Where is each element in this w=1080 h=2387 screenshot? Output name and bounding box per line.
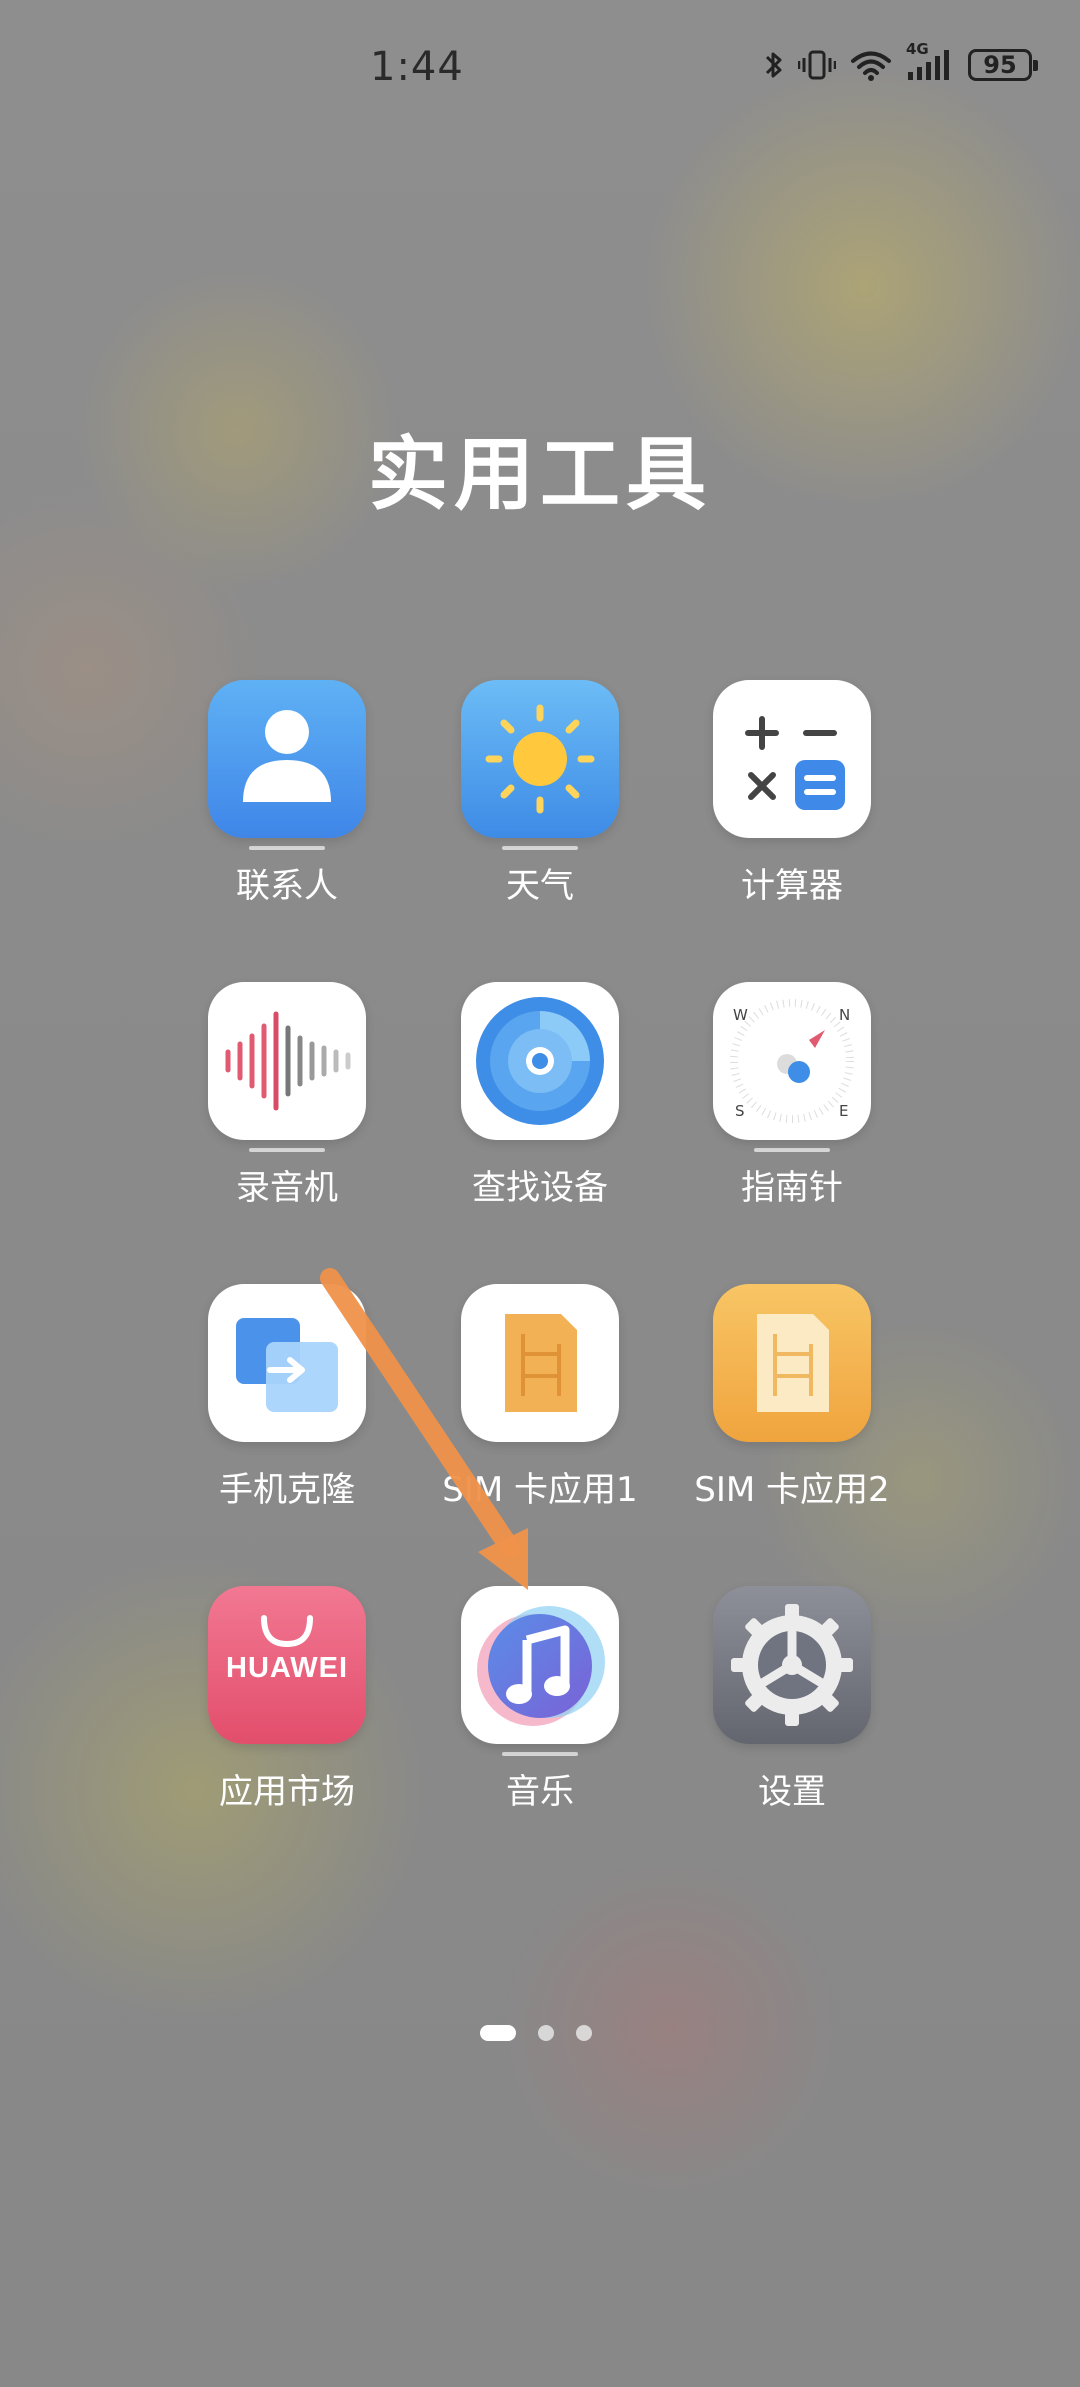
app-label: 音乐 — [506, 1772, 574, 1812]
app-weather[interactable]: 天气 — [415, 680, 665, 907]
svg-text:N: N — [839, 1006, 850, 1024]
svg-text:S: S — [735, 1102, 745, 1120]
app-label: 指南针 — [741, 1168, 843, 1208]
app-sim-toolkit-2[interactable]: SIM 卡应用2 — [667, 1284, 917, 1511]
contacts-icon — [208, 680, 366, 838]
page-dot[interactable] — [576, 2025, 592, 2041]
page-dot[interactable] — [538, 2025, 554, 2041]
new-app-indicator — [502, 846, 578, 850]
app-music[interactable]: 音乐 — [415, 1586, 665, 1813]
find-device-radar-icon — [461, 982, 619, 1140]
app-label: 应用市场 — [219, 1772, 355, 1812]
svg-text:E: E — [839, 1102, 848, 1120]
app-gallery-icon: HUAWEI — [208, 1586, 366, 1744]
app-settings[interactable]: 设置 — [667, 1586, 917, 1813]
sim-card-icon — [713, 1284, 871, 1442]
app-contacts[interactable]: 联系人 — [162, 680, 412, 907]
app-sim-toolkit-1[interactable]: SIM 卡应用1 — [415, 1284, 665, 1511]
app-find-device[interactable]: 查找设备 — [415, 982, 665, 1209]
new-app-indicator — [249, 1148, 325, 1152]
app-label: SIM 卡应用2 — [694, 1470, 890, 1510]
settings-gear-icon — [713, 1586, 871, 1744]
app-label: 天气 — [506, 866, 574, 906]
page-dot-active[interactable] — [480, 2025, 516, 2041]
huawei-logo-text: HUAWEI — [226, 1652, 348, 1684]
music-note-icon — [461, 1586, 619, 1744]
new-app-indicator — [754, 1148, 830, 1152]
app-appgallery[interactable]: HUAWEI 应用市场 — [162, 1586, 412, 1813]
app-label: 查找设备 — [472, 1168, 608, 1208]
app-label: 录音机 — [236, 1168, 338, 1208]
phone-clone-icon — [208, 1284, 366, 1442]
app-label: 计算器 — [741, 866, 843, 906]
app-phone-clone[interactable]: 手机克隆 — [162, 1284, 412, 1511]
app-recorder[interactable]: 录音机 — [162, 982, 412, 1209]
app-label: SIM 卡应用1 — [442, 1470, 638, 1510]
app-label: 手机克隆 — [219, 1470, 355, 1510]
app-compass[interactable]: W N S E 指南针 — [667, 982, 917, 1209]
sim-card-icon — [461, 1284, 619, 1442]
compass-icon: W N S E — [713, 982, 871, 1140]
calculator-icon — [713, 680, 871, 838]
weather-sun-icon — [461, 680, 619, 838]
app-calculator[interactable]: 计算器 — [667, 680, 917, 907]
recorder-waveform-icon — [208, 982, 366, 1140]
svg-text:W: W — [733, 1006, 748, 1024]
new-app-indicator — [249, 846, 325, 850]
page-indicator — [480, 2025, 592, 2041]
app-label: 联系人 — [236, 866, 338, 906]
new-app-indicator — [502, 1752, 578, 1756]
app-label: 设置 — [758, 1772, 826, 1812]
